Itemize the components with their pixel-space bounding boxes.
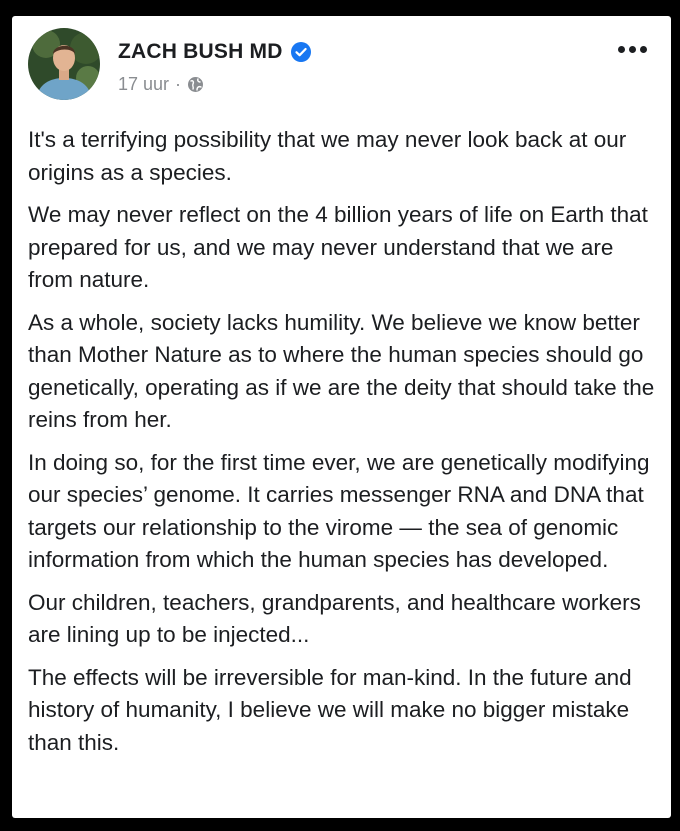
more-options-button[interactable] [618, 46, 647, 53]
author-header: ZACH BUSH MD [118, 40, 311, 64]
verified-badge-icon [290, 42, 311, 62]
post-meta: 17 uur · [118, 74, 204, 95]
post-body: It's a terrifying possibility that we ma… [28, 124, 658, 769]
dot-icon [640, 46, 647, 53]
author-name[interactable]: ZACH BUSH MD [118, 40, 283, 64]
dot-icon [618, 46, 625, 53]
post-paragraph: Our children, teachers, grandparents, an… [28, 589, 641, 648]
post-paragraph: In doing so, for the first time ever, we… [28, 449, 650, 573]
meta-separator: · [175, 74, 182, 94]
author-avatar[interactable] [28, 28, 100, 100]
post-timestamp[interactable]: 17 uur [118, 74, 169, 95]
post-paragraph: As a whole, society lacks humility. We b… [28, 309, 655, 433]
post-paragraph: It's a terrifying possibility that we ma… [28, 127, 627, 185]
dot-icon [629, 46, 636, 53]
post-card: ZACH BUSH MD 17 uur · It's a terrifying … [12, 16, 671, 818]
post-paragraph: We may never reflect on the 4 billion ye… [28, 202, 648, 292]
avatar-photo [28, 28, 100, 100]
post-paragraph: The effects will be irreversible for man… [28, 664, 632, 755]
globe-icon [187, 76, 204, 93]
